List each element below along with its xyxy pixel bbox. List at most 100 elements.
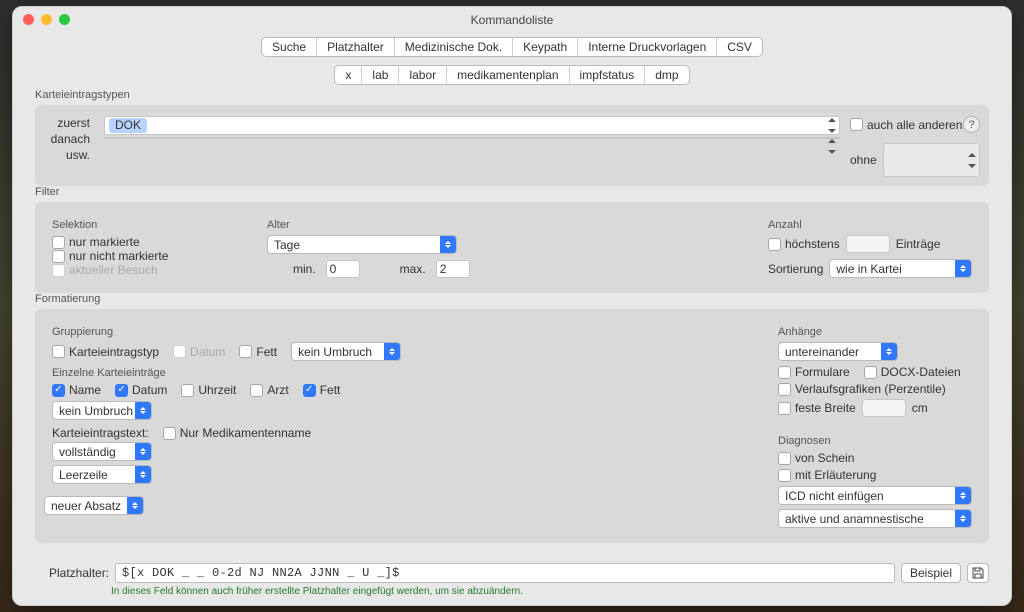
stepper-icon[interactable] <box>827 139 837 154</box>
group-break-select[interactable]: kein Umbruch <box>291 342 401 361</box>
fett-group-checkbox[interactable]: Fett <box>239 345 277 359</box>
row-label-zuerst: zuerst <box>44 116 94 130</box>
type-tag-dok[interactable]: DOK <box>109 118 147 133</box>
feste-breite-checkbox[interactable]: feste Breite <box>778 401 856 415</box>
cm-label: cm <box>912 401 928 415</box>
format-box: Gruppierung Karteieintragstyp Datum Fett… <box>35 309 989 543</box>
subtab-labor[interactable]: labor <box>399 66 447 84</box>
chevron-updown-icon <box>384 343 400 360</box>
only-medname-checkbox[interactable]: Nur Medikamentenname <box>163 426 311 440</box>
active-select[interactable]: aktive und anamnestische <box>778 509 972 528</box>
kart-type-checkbox[interactable]: Karteieintragstyp <box>52 345 159 359</box>
subtab-dmp[interactable]: dmp <box>645 66 688 84</box>
single-entries-title: Einzelne Karteieinträge <box>52 367 752 379</box>
diagnosen-title: Diagnosen <box>778 435 972 447</box>
filter-title: Filter <box>35 186 989 198</box>
uhrzeit-checkbox[interactable]: Uhrzeit <box>181 383 236 397</box>
stepper-icon[interactable] <box>827 118 837 133</box>
entry-break-select[interactable]: kein Umbruch <box>52 401 152 420</box>
nur-markierte-checkbox[interactable]: nur markierte <box>52 235 241 249</box>
subtab-lab[interactable]: lab <box>362 66 399 84</box>
sub-tabs: x lab labor medikamentenplan impfstatus … <box>334 65 689 85</box>
verlaufsgrafiken-checkbox[interactable]: Verlaufsgrafiken (Perzentile) <box>778 382 972 396</box>
placeholder-hint: In dieses Feld können auch früher erstel… <box>13 585 1011 605</box>
filter-box: Selektion nur markierte nur nicht markie… <box>35 202 989 293</box>
karttext-label: Karteieintragstext: <box>52 426 149 440</box>
min-label: min. <box>293 262 316 276</box>
at-most-checkbox[interactable]: höchstens <box>768 237 840 251</box>
placeholder-label: Platzhalter: <box>49 566 109 580</box>
row-label-danach: danach <box>44 132 94 146</box>
tab-platzhalter[interactable]: Platzhalter <box>317 38 395 56</box>
sort-label: Sortierung <box>768 262 823 276</box>
tab-keypath[interactable]: Keypath <box>513 38 578 56</box>
ohne-label: ohne <box>850 153 877 167</box>
min-input[interactable]: 0 <box>326 260 360 278</box>
icd-select[interactable]: ICD nicht einfügen <box>778 486 972 505</box>
placeholder-field[interactable]: $[x DOK _ _ 0-2d NJ NN2A JJNN _ U _]$ <box>115 563 895 583</box>
formulare-checkbox[interactable]: Formulare <box>778 365 850 379</box>
docx-checkbox[interactable]: DOCX-Dateien <box>864 365 961 379</box>
tab-suche[interactable]: Suche <box>262 38 317 56</box>
also-all-others-checkbox[interactable]: auch alle anderen <box>850 118 962 132</box>
window-title: Kommandoliste <box>471 13 554 27</box>
sort-select[interactable]: wie in Kartei <box>829 259 972 278</box>
aktueller-besuch-checkbox: aktueller Besuch <box>52 263 241 277</box>
von-schein-checkbox[interactable]: von Schein <box>778 451 972 465</box>
chevron-updown-icon <box>881 343 897 360</box>
chevron-updown-icon <box>135 443 151 460</box>
ohne-field[interactable] <box>883 143 980 177</box>
minimize-icon[interactable] <box>41 14 52 25</box>
chevron-updown-icon <box>955 260 971 277</box>
fett-checkbox[interactable]: Fett <box>303 383 341 397</box>
selektion-title: Selektion <box>52 219 241 231</box>
max-input[interactable]: 2 <box>436 260 470 278</box>
stepper-icon[interactable] <box>967 153 977 168</box>
anhaenge-title: Anhänge <box>778 326 972 338</box>
help-icon[interactable]: ? <box>963 116 980 133</box>
datum-checkbox[interactable]: Datum <box>115 383 167 397</box>
traffic-lights <box>23 14 70 25</box>
example-button[interactable]: Beispiel <box>901 563 961 583</box>
name-checkbox[interactable]: Name <box>52 383 101 397</box>
tab-interne-druckvorlagen[interactable]: Interne Druckvorlagen <box>578 38 717 56</box>
close-icon[interactable] <box>23 14 34 25</box>
save-icon <box>972 567 984 579</box>
at-most-count-input[interactable] <box>846 235 890 253</box>
chevron-updown-icon <box>135 466 151 483</box>
subtab-x[interactable]: x <box>335 66 362 84</box>
titlebar: Kommandoliste <box>13 7 1011 33</box>
additional-types-field[interactable] <box>104 137 840 139</box>
subtab-impfstatus[interactable]: impfstatus <box>570 66 646 84</box>
datum-group-checkbox: Datum <box>173 345 225 359</box>
max-label: max. <box>400 262 426 276</box>
entries-label: Einträge <box>896 237 941 251</box>
textmode-select[interactable]: vollständig <box>52 442 152 461</box>
zoom-icon[interactable] <box>59 14 70 25</box>
karteieintragstypen-title: Karteieintragstypen <box>35 89 989 101</box>
anhaenge-mode-select[interactable]: untereinander <box>778 342 898 361</box>
grupp-title: Gruppierung <box>52 326 752 338</box>
tab-medizinische-dok[interactable]: Medizinische Dok. <box>395 38 513 56</box>
main-tabs: Suche Platzhalter Medizinische Dok. Keyp… <box>261 37 763 57</box>
new-paragraph-select[interactable]: neuer Absatz <box>44 496 144 515</box>
breite-input[interactable] <box>862 399 906 417</box>
chevron-updown-icon <box>135 402 151 419</box>
nur-nicht-markierte-checkbox[interactable]: nur nicht markierte <box>52 249 241 263</box>
anzahl-title: Anzahl <box>768 219 972 231</box>
first-type-field[interactable]: DOK <box>104 116 840 135</box>
chevron-updown-icon <box>955 510 971 527</box>
subtab-medikamentenplan[interactable]: medikamentenplan <box>447 66 569 84</box>
row-label-usw: usw. <box>44 148 94 162</box>
save-button[interactable] <box>967 563 989 583</box>
arzt-checkbox[interactable]: Arzt <box>250 383 288 397</box>
chevron-updown-icon <box>440 236 456 253</box>
tab-csv[interactable]: CSV <box>717 38 762 56</box>
chevron-updown-icon <box>955 487 971 504</box>
age-unit-select[interactable]: Tage <box>267 235 457 254</box>
alter-title: Alter <box>267 219 742 231</box>
window: Kommandoliste Suche Platzhalter Medizini… <box>12 6 1012 606</box>
blankline-select[interactable]: Leerzeile <box>52 465 152 484</box>
mit-erlaeuterung-checkbox[interactable]: mit Erläuterung <box>778 468 972 482</box>
format-title: Formatierung <box>35 293 989 305</box>
